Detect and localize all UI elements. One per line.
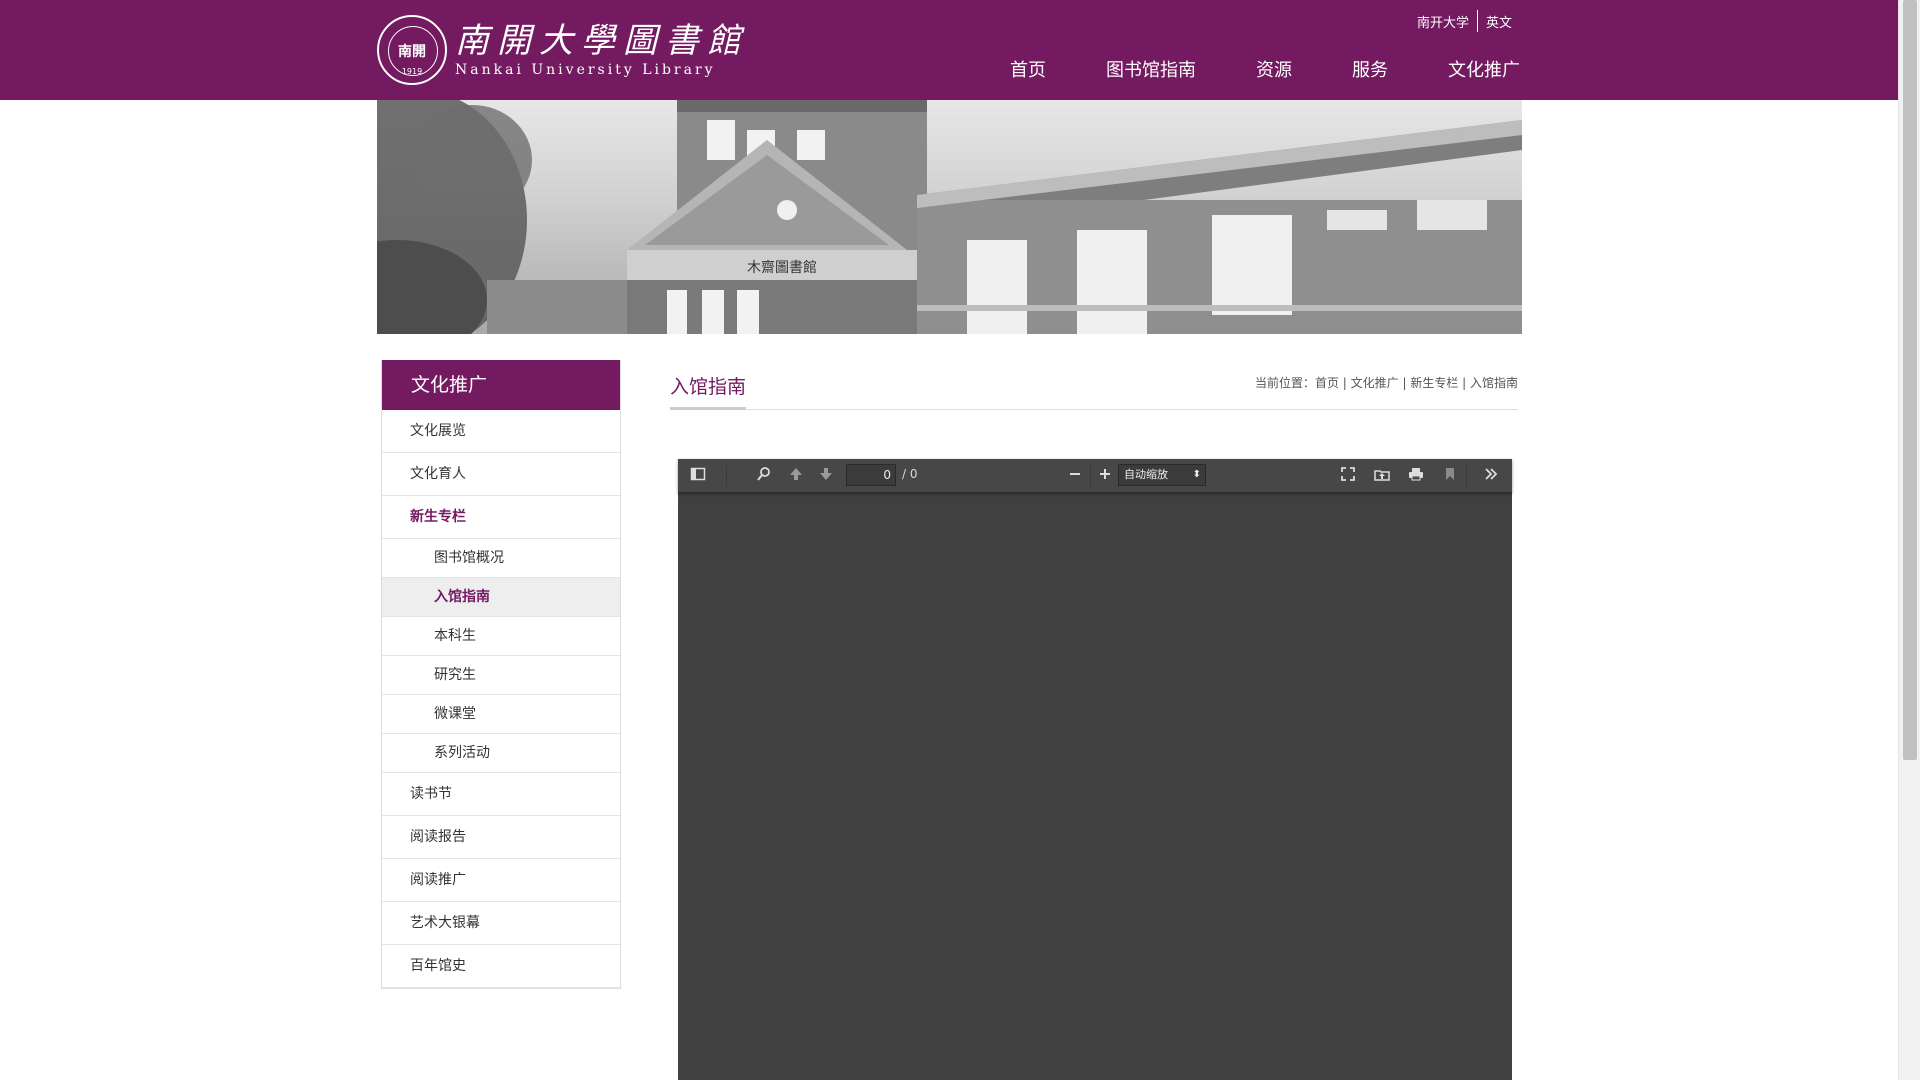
tools-icon[interactable] (1483, 466, 1499, 487)
open-file-icon[interactable] (1374, 466, 1390, 487)
sidebar-subitem-graduate[interactable]: 研究生 (382, 656, 620, 695)
logo-chinese-name: 南開大學圖書館 (455, 21, 749, 61)
site-header: 南開 1919 南開大學圖書館 Nankai University Librar… (0, 0, 1898, 100)
nav-resources[interactable]: 资源 (1256, 56, 1292, 82)
nav-culture-promotion[interactable]: 文化推广 (1448, 56, 1520, 82)
zoom-out-icon[interactable] (1068, 466, 1082, 487)
sidebar-item-freshman-column[interactable]: 新生专栏 (382, 496, 620, 539)
sidebar-item-reading-promotion[interactable]: 阅读推广 (382, 859, 620, 902)
page-scrollbar[interactable] (1898, 0, 1920, 1080)
seal-year: 1919 (401, 67, 423, 76)
nav-services[interactable]: 服务 (1352, 56, 1388, 82)
page-count: / 0 (902, 467, 918, 481)
sidebar-item-culture-exhibition[interactable]: 文化展览 (382, 410, 620, 453)
sidebar-item-library-history[interactable]: 百年馆史 (382, 945, 620, 988)
sidebar-item-reading-report[interactable]: 阅读报告 (382, 816, 620, 859)
library-building-illustration: 木齋圖書館 (377, 100, 1522, 334)
sidebar-item-culture-education[interactable]: 文化育人 (382, 453, 620, 496)
page-title: 入馆指南 (670, 372, 747, 410)
previous-page-icon[interactable] (788, 466, 804, 487)
logo-english-name: Nankai University Library (455, 62, 716, 78)
sidebar-item-art-screen[interactable]: 艺术大银幕 (382, 902, 620, 945)
english-link[interactable]: 英文 (1478, 12, 1520, 31)
zoom-select[interactable]: 自动缩放 (1118, 464, 1206, 486)
pdf-viewer[interactable]: 0 / 0 自动缩放 (678, 459, 1512, 1080)
library-logo[interactable]: 南開 1919 南開大學圖書館 Nankai University Librar… (377, 15, 749, 85)
scrollbar-thumb[interactable] (1903, 0, 1917, 760)
page-number-input[interactable]: 0 (846, 464, 896, 486)
next-page-icon[interactable] (818, 466, 834, 487)
top-links: 南开大学 英文 (1409, 10, 1520, 32)
toolbar-divider (1090, 465, 1091, 487)
pdf-toolbar: 0 / 0 自动缩放 (678, 459, 1512, 493)
university-seal: 南開 1919 (377, 15, 447, 85)
search-icon[interactable] (756, 466, 772, 487)
nav-library-guide[interactable]: 图书馆指南 (1106, 56, 1196, 82)
sidebar-subitem-library-overview[interactable]: 图书馆概况 (382, 539, 620, 578)
sidebar-menu: 文化推广 文化展览 文化育人 新生专栏 图书馆概况 入馆指南 本科生 研究生 微… (381, 360, 621, 989)
toolbar-divider (726, 465, 727, 487)
page: 南開 1919 南開大學圖書館 Nankai University Librar… (0, 0, 1920, 1080)
main-nav: 首页 图书馆指南 资源 服务 文化推广 (950, 56, 1520, 82)
header-inner: 南開 1919 南開大學圖書館 Nankai University Librar… (377, 0, 1520, 100)
sidebar-title: 文化推广 (382, 360, 620, 410)
sidebar-subitem-series-activities[interactable]: 系列活动 (382, 734, 620, 773)
presentation-mode-icon[interactable] (1340, 466, 1356, 487)
seal-text: 南開 (398, 44, 426, 60)
sidebar-toggle-icon[interactable] (690, 466, 706, 487)
sidebar-subitem-entry-guide[interactable]: 入馆指南 (382, 578, 620, 617)
print-icon[interactable] (1408, 466, 1424, 487)
nav-home[interactable]: 首页 (1010, 56, 1046, 82)
toolbar-divider (1466, 465, 1467, 487)
building-sign-text: 木齋圖書館 (747, 259, 817, 276)
sidebar-subitem-micro-class[interactable]: 微课堂 (382, 695, 620, 734)
breadcrumb: 当前位置：首页 | 文化推广 | 新生专栏 | 入馆指南 (1254, 376, 1518, 390)
sidebar-subitem-undergraduate[interactable]: 本科生 (382, 617, 620, 656)
logo-text: 南開大學圖書館 Nankai University Library (455, 21, 749, 79)
content-header: 入馆指南 当前位置：首页 | 文化推广 | 新生专栏 | 入馆指南 (670, 360, 1518, 410)
bookmark-icon[interactable] (1444, 466, 1456, 487)
nankai-university-link[interactable]: 南开大学 (1409, 12, 1477, 31)
sidebar-item-reading-festival[interactable]: 读书节 (382, 773, 620, 816)
zoom-in-icon[interactable] (1098, 466, 1112, 487)
banner-image: 木齋圖書館 (377, 100, 1522, 334)
